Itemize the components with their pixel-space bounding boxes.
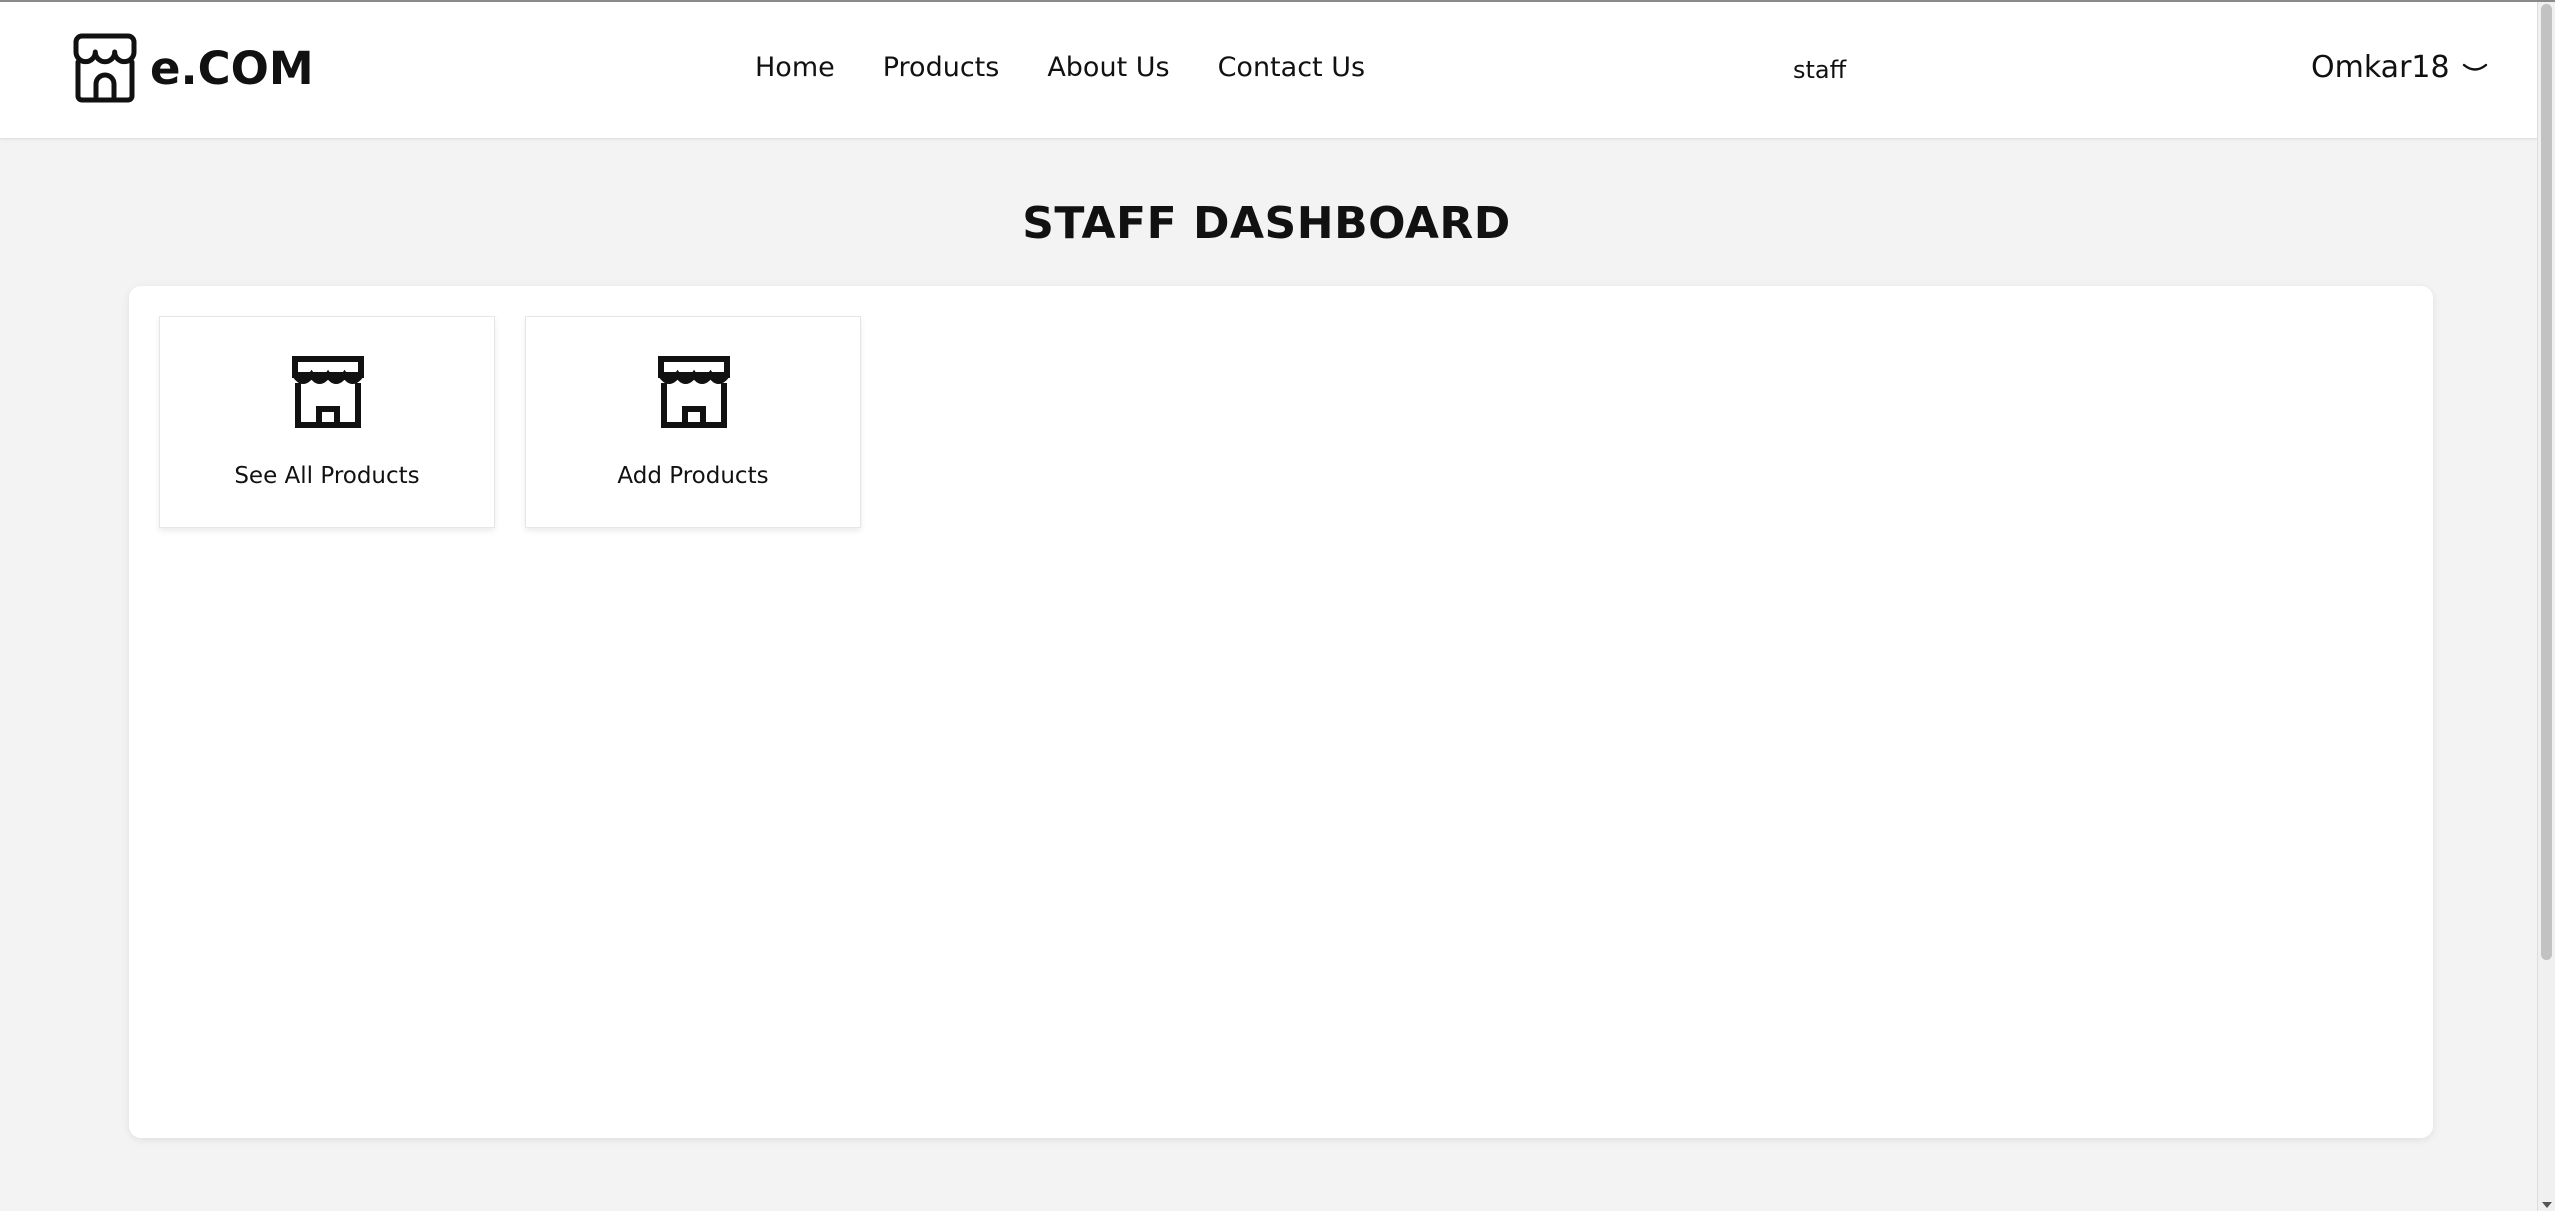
nav-link-products[interactable]: Products xyxy=(883,52,1000,83)
page-title: STAFF DASHBOARD xyxy=(1022,198,1511,249)
nav-link-contact-us[interactable]: Contact Us xyxy=(1218,52,1365,83)
see-all-products-card[interactable]: See All Products xyxy=(159,316,495,528)
nav-link-about-us[interactable]: About Us xyxy=(1047,52,1169,83)
add-products-card[interactable]: Add Products xyxy=(525,316,861,528)
username-label: Omkar18 xyxy=(2311,50,2450,85)
card-label: See All Products xyxy=(234,463,420,489)
card-label: Add Products xyxy=(617,463,769,489)
vertical-scrollbar[interactable] xyxy=(2537,2,2555,1211)
nav-link-home[interactable]: Home xyxy=(755,52,835,83)
scroll-down-arrow-icon[interactable] xyxy=(2542,1202,2552,1208)
store-icon xyxy=(658,356,730,428)
site-header: e.COM Home Products About Us Contact Us … xyxy=(0,2,2537,139)
store-icon xyxy=(292,356,364,428)
dashboard-panel: See All Products Add Products xyxy=(129,286,2433,1138)
scrollbar-thumb[interactable] xyxy=(2541,4,2552,960)
brand-logo-link[interactable]: e.COM xyxy=(70,32,314,104)
chevron-down-icon xyxy=(2462,63,2487,71)
user-role-label: staff xyxy=(1793,56,1847,84)
main-nav: Home Products About Us Contact Us xyxy=(755,52,1413,83)
brand-name: e.COM xyxy=(150,41,314,95)
store-icon xyxy=(73,33,137,103)
user-menu-toggle[interactable]: Omkar18 xyxy=(2311,50,2488,85)
